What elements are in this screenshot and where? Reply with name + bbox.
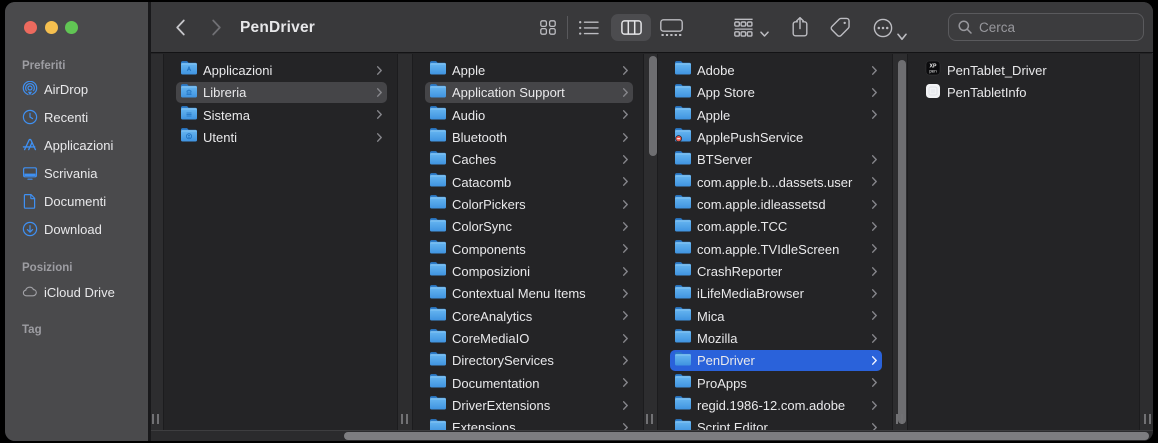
svg-text:pen: pen xyxy=(929,69,937,74)
